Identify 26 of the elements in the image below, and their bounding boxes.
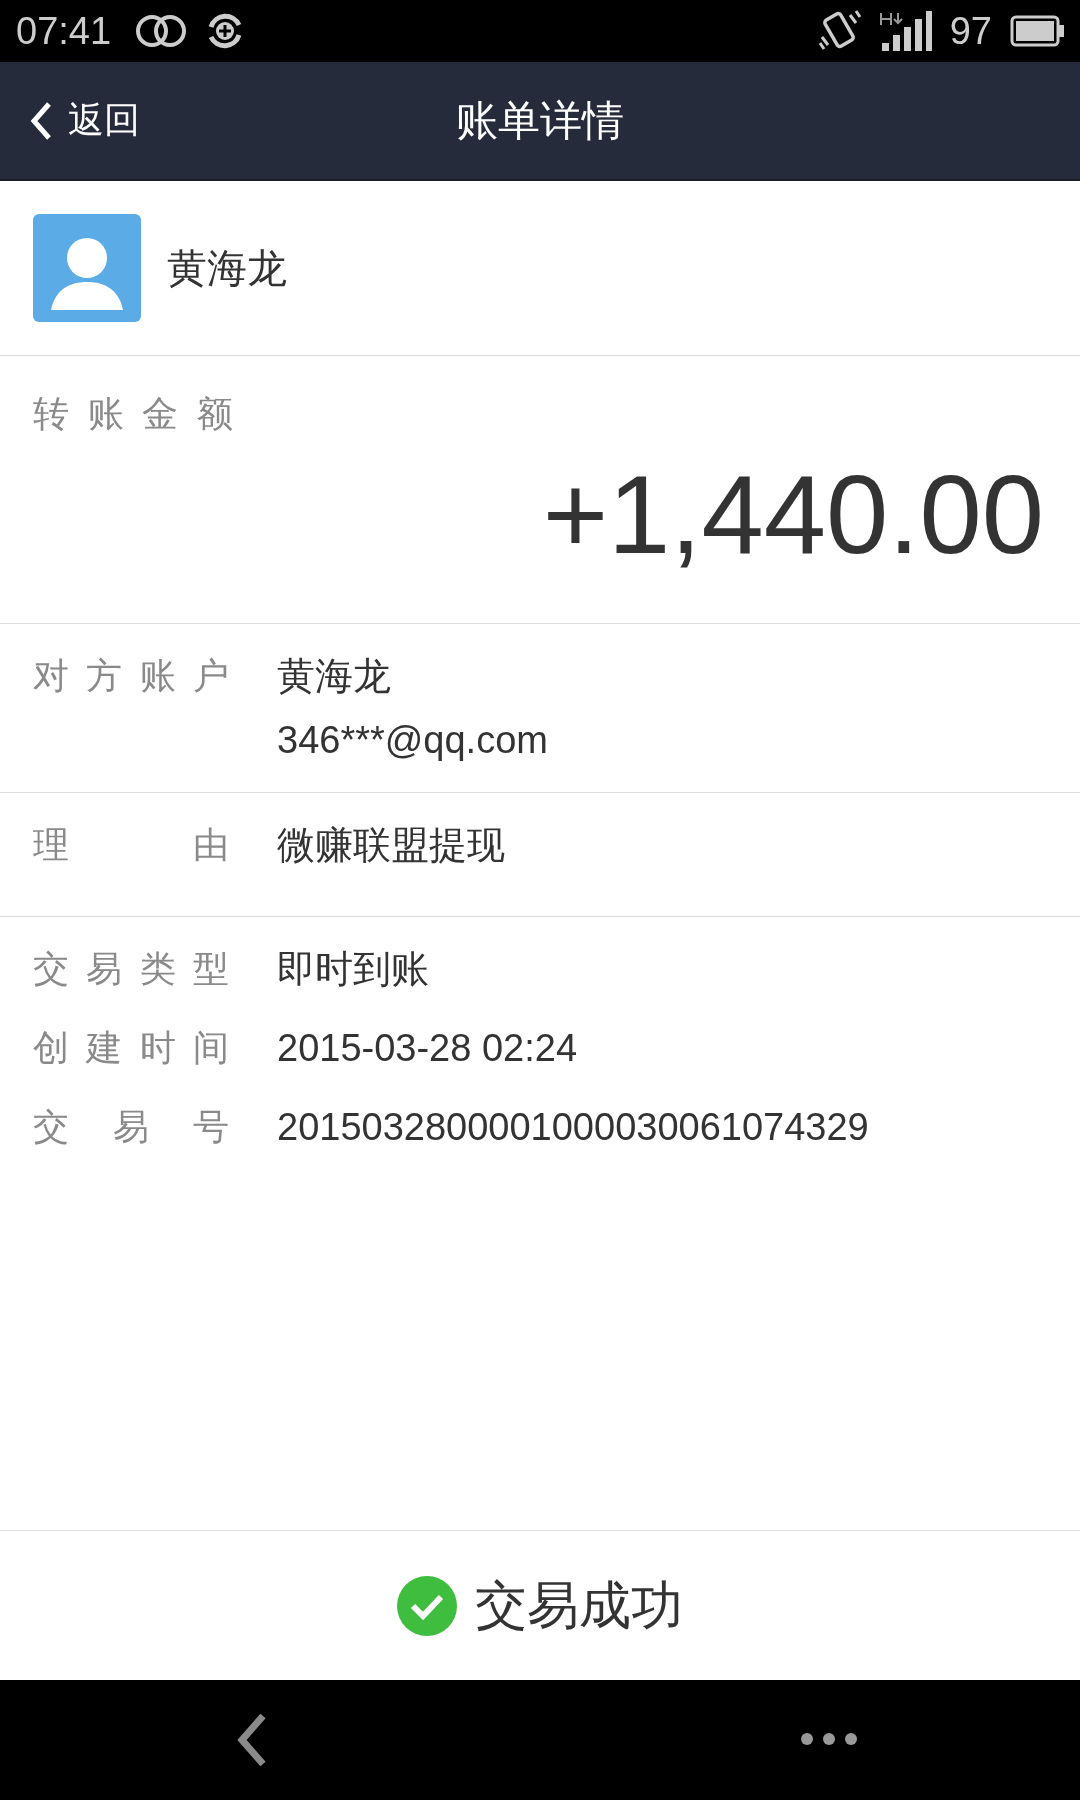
- amount-value: +1,440.00: [542, 453, 1044, 577]
- field-label: 交易类型: [33, 947, 229, 991]
- signal-icon: [879, 11, 932, 51]
- field-value: 即时到账: [277, 947, 429, 992]
- field-label: 理由: [33, 823, 229, 867]
- page-title: 账单详情: [456, 95, 624, 146]
- field-value: 微赚联盟提现: [277, 823, 505, 868]
- field-value: 2015032800001000030061074329: [277, 1105, 869, 1150]
- battery-icon: [1010, 15, 1066, 47]
- more-button[interactable]: [800, 1732, 858, 1746]
- back-icon: [30, 100, 52, 141]
- battery-level: 97: [949, 9, 992, 53]
- back-button[interactable]: 返回: [30, 90, 140, 151]
- field-label: 对方账户: [33, 654, 229, 698]
- result-status: 交易成功: [475, 1574, 683, 1636]
- status-time: 07:41: [16, 9, 112, 53]
- field-label: 交易号: [33, 1105, 229, 1149]
- back-nav-button[interactable]: [236, 1712, 268, 1768]
- avatar-icon: [33, 214, 141, 322]
- field-label: 创建时间: [33, 1026, 229, 1070]
- rings-icon: [135, 14, 188, 48]
- payee-name: 黄海龙: [167, 244, 287, 292]
- field-value: 2015-03-28 02:24: [277, 1026, 578, 1071]
- amount-label: 转账金额: [33, 392, 233, 436]
- field-value: 346***@qq.com: [277, 718, 548, 763]
- field-value: 黄海龙: [277, 654, 392, 699]
